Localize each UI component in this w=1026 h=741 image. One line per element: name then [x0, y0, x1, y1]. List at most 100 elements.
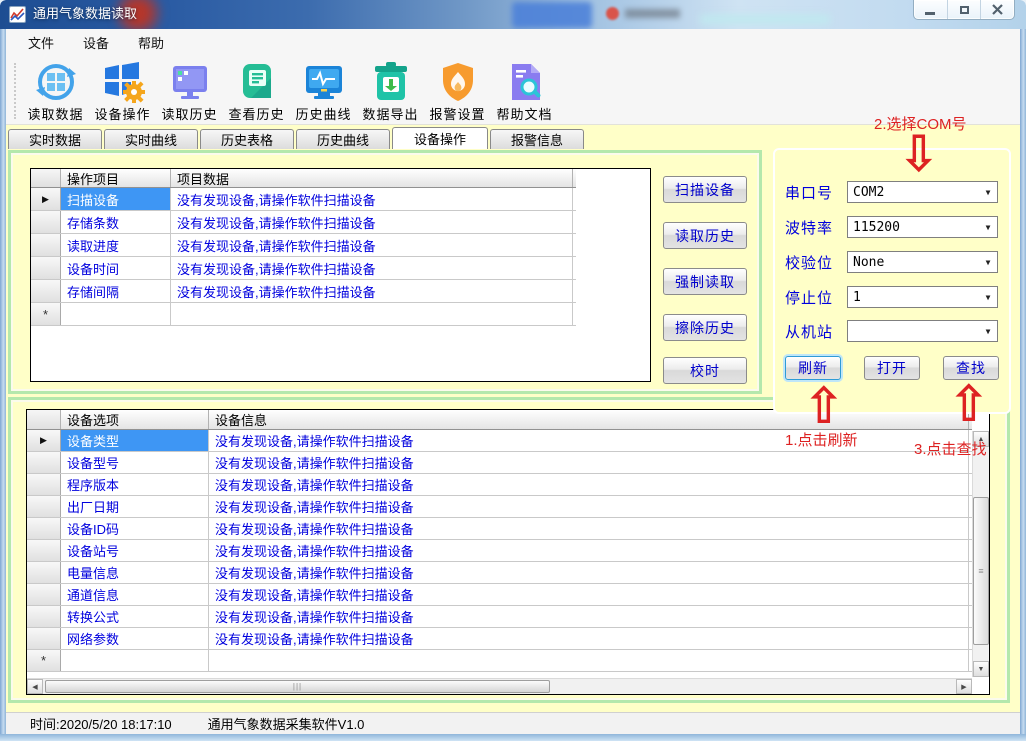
tab-alarm-info[interactable]: 报警信息 [490, 129, 584, 149]
toolbar-help-doc[interactable]: 帮助文档 [491, 59, 558, 123]
toolbar-data-export[interactable]: 数据导出 [357, 59, 424, 123]
table-row[interactable]: 读取进度没有发现设备,请操作软件扫描设备 [31, 234, 576, 257]
tab-history-table[interactable]: 历史表格 [200, 129, 294, 149]
cell-name[interactable]: 通道信息 [61, 584, 209, 605]
toolbar-read-history[interactable]: 读取历史 [156, 59, 223, 123]
tab-history-curve[interactable]: 历史曲线 [296, 129, 390, 149]
table-new-row[interactable]: * [31, 303, 576, 326]
cell-name[interactable]: 存储条数 [61, 211, 171, 233]
vertical-scrollbar[interactable]: ▲ ≡ ▼ [972, 431, 989, 677]
chevron-down-icon[interactable]: ▼ [981, 252, 995, 272]
stop-bits-select[interactable]: 1 ▼ [847, 286, 998, 308]
table-row[interactable]: ▶扫描设备没有发现设备,请操作软件扫描设备 [31, 188, 576, 211]
table-row[interactable]: 转换公式没有发现设备,请操作软件扫描设备 [27, 606, 972, 628]
table-row[interactable]: 存储条数没有发现设备,请操作软件扫描设备 [31, 211, 576, 234]
table-row[interactable]: 网络参数没有发现设备,请操作软件扫描设备 [27, 628, 972, 650]
cell-name[interactable]: 存储间隔 [61, 280, 171, 302]
table-row[interactable]: 电量信息没有发现设备,请操作软件扫描设备 [27, 562, 972, 584]
cell-name[interactable]: 设备ID码 [61, 518, 209, 539]
table-new-row[interactable]: * [27, 650, 972, 672]
cell-name[interactable] [61, 650, 209, 671]
tab-realtime-curve[interactable]: 实时曲线 [104, 129, 198, 149]
toolbar-alarm-settings[interactable]: 报警设置 [424, 59, 491, 123]
vertical-scroll-thumb[interactable]: ≡ [973, 497, 989, 645]
cell-name[interactable]: 电量信息 [61, 562, 209, 583]
cell-value[interactable] [209, 650, 969, 671]
cell-name[interactable] [61, 303, 171, 325]
chevron-down-icon[interactable]: ▼ [981, 321, 995, 341]
cell-value[interactable]: 没有发现设备,请操作软件扫描设备 [171, 188, 573, 210]
toolbar-read-data[interactable]: 读取数据 [22, 59, 89, 123]
table-row[interactable]: 程序版本没有发现设备,请操作软件扫描设备 [27, 474, 972, 496]
chevron-down-icon[interactable]: ▼ [981, 182, 995, 202]
scroll-right-icon[interactable]: ▶ [956, 679, 972, 694]
scroll-left-icon[interactable]: ◀ [27, 679, 43, 694]
toolbar-history-curve[interactable]: 历史曲线 [290, 59, 357, 123]
column-header[interactable]: 操作项目 [61, 169, 171, 187]
force-read-button[interactable]: 强制读取 [663, 268, 747, 295]
slave-station-select[interactable]: ▼ [847, 320, 998, 342]
scan-device-button[interactable]: 扫描设备 [663, 176, 747, 203]
cell-name[interactable]: 扫描设备 [61, 188, 171, 210]
scroll-down-icon[interactable]: ▼ [973, 661, 989, 677]
cell-value[interactable]: 没有发现设备,请操作软件扫描设备 [209, 584, 969, 605]
cell-value[interactable]: 没有发现设备,请操作软件扫描设备 [171, 234, 573, 256]
cell-value[interactable]: 没有发现设备,请操作软件扫描设备 [209, 540, 969, 561]
scroll-up-icon[interactable]: ▲ [973, 431, 989, 447]
cell-name[interactable]: 网络参数 [61, 628, 209, 649]
column-header[interactable]: 项目数据 [171, 169, 573, 187]
cell-value[interactable]: 没有发现设备,请操作软件扫描设备 [171, 280, 573, 302]
cell-value[interactable]: 没有发现设备,请操作软件扫描设备 [209, 452, 969, 473]
tab-device-operate[interactable]: 设备操作 [392, 127, 488, 149]
read-history-button[interactable]: 读取历史 [663, 222, 747, 249]
cell-name[interactable]: 设备站号 [61, 540, 209, 561]
horizontal-scrollbar[interactable]: ◀ ||| ▶ [27, 678, 972, 694]
table-row[interactable]: 设备站号没有发现设备,请操作软件扫描设备 [27, 540, 972, 562]
cell-name[interactable]: 设备时间 [61, 257, 171, 279]
column-header[interactable]: 设备选项 [61, 410, 209, 429]
tab-realtime-data[interactable]: 实时数据 [8, 129, 102, 149]
cell-value[interactable]: 没有发现设备,请操作软件扫描设备 [209, 562, 969, 583]
erase-history-button[interactable]: 擦除历史 [663, 314, 747, 341]
cell-name[interactable]: 出厂日期 [61, 496, 209, 517]
baud-rate-select[interactable]: 115200 ▼ [847, 216, 998, 238]
close-button[interactable] [980, 0, 1014, 19]
table-row[interactable]: 设备时间没有发现设备,请操作软件扫描设备 [31, 257, 576, 280]
cell-value[interactable]: 没有发现设备,请操作软件扫描设备 [209, 474, 969, 495]
menu-help[interactable]: 帮助 [132, 30, 170, 55]
chevron-down-icon[interactable]: ▼ [981, 287, 995, 307]
toolbar-view-history[interactable]: 查看历史 [223, 59, 290, 123]
toolbar-device-operate[interactable]: 设备操作 [89, 59, 156, 123]
chevron-down-icon[interactable]: ▼ [981, 217, 995, 237]
operation-table[interactable]: 操作项目 项目数据 ▶扫描设备没有发现设备,请操作软件扫描设备存储条数没有发现设… [30, 168, 651, 382]
menu-file[interactable]: 文件 [22, 30, 60, 55]
toolbar-grip[interactable] [14, 63, 16, 119]
time-sync-button[interactable]: 校时 [663, 357, 747, 384]
cell-name[interactable]: 读取进度 [61, 234, 171, 256]
menu-device[interactable]: 设备 [77, 30, 115, 55]
table-row[interactable]: 通道信息没有发现设备,请操作软件扫描设备 [27, 584, 972, 606]
table-row[interactable]: 出厂日期没有发现设备,请操作软件扫描设备 [27, 496, 972, 518]
open-button[interactable]: 打开 [864, 356, 920, 380]
cell-value[interactable]: 没有发现设备,请操作软件扫描设备 [209, 628, 969, 649]
parity-select[interactable]: None ▼ [847, 251, 998, 273]
cell-value[interactable]: 没有发现设备,请操作软件扫描设备 [171, 211, 573, 233]
cell-value[interactable]: 没有发现设备,请操作软件扫描设备 [209, 430, 969, 451]
com-port-select[interactable]: COM2 ▼ [847, 181, 998, 203]
table-row[interactable]: 设备型号没有发现设备,请操作软件扫描设备 [27, 452, 972, 474]
cell-name[interactable]: 设备类型 [61, 430, 209, 451]
cell-value[interactable] [171, 303, 573, 325]
cell-name[interactable]: 转换公式 [61, 606, 209, 627]
cell-name[interactable]: 程序版本 [61, 474, 209, 495]
table-row[interactable]: 存储间隔没有发现设备,请操作软件扫描设备 [31, 280, 576, 303]
cell-name[interactable]: 设备型号 [61, 452, 209, 473]
horizontal-scroll-thumb[interactable]: ||| [45, 680, 550, 693]
table-row[interactable]: ▶设备类型没有发现设备,请操作软件扫描设备 [27, 430, 972, 452]
find-button[interactable]: 查找 [943, 356, 999, 380]
cell-value[interactable]: 没有发现设备,请操作软件扫描设备 [209, 496, 969, 517]
minimize-button[interactable] [914, 0, 947, 19]
device-info-table[interactable]: 设备选项 设备信息 ▶设备类型没有发现设备,请操作软件扫描设备设备型号没有发现设… [26, 409, 990, 695]
refresh-button[interactable]: 刷新 [785, 356, 841, 380]
maximize-button[interactable] [947, 0, 981, 19]
cell-value[interactable]: 没有发现设备,请操作软件扫描设备 [171, 257, 573, 279]
